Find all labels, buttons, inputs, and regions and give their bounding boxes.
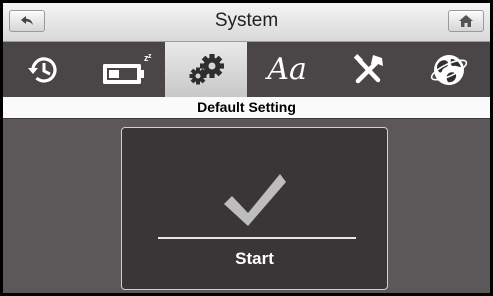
home-button[interactable] — [448, 10, 484, 32]
window-title: System — [214, 10, 279, 31]
svg-text:z: z — [148, 53, 152, 60]
tab-language[interactable] — [409, 42, 490, 97]
font-icon: Aa — [267, 52, 307, 87]
battery-sleep-icon: z z — [102, 53, 152, 84]
tab-system[interactable] — [165, 42, 247, 97]
tab-history[interactable] — [3, 42, 84, 97]
start-button[interactable]: Start — [122, 249, 387, 269]
tools-icon — [354, 53, 384, 83]
app-window: System z z Aa Default Setting Start — [0, 0, 493, 296]
tab-tools[interactable] — [328, 42, 409, 97]
start-panel[interactable]: Start — [121, 127, 388, 290]
checkmark-icon — [224, 174, 286, 226]
history-clock-icon — [27, 56, 57, 83]
panel-divider — [158, 237, 356, 239]
gears-icon — [189, 53, 224, 84]
home-icon — [459, 15, 473, 27]
globe-icon — [431, 54, 468, 85]
tab-font[interactable]: Aa — [247, 42, 328, 97]
tab-battery-sleep[interactable]: z z — [84, 42, 165, 97]
section-title: Default Setting — [3, 97, 490, 118]
title-bar: System — [3, 3, 490, 42]
settings-tab-bar: z z Aa — [3, 42, 490, 97]
divider — [3, 118, 490, 119]
